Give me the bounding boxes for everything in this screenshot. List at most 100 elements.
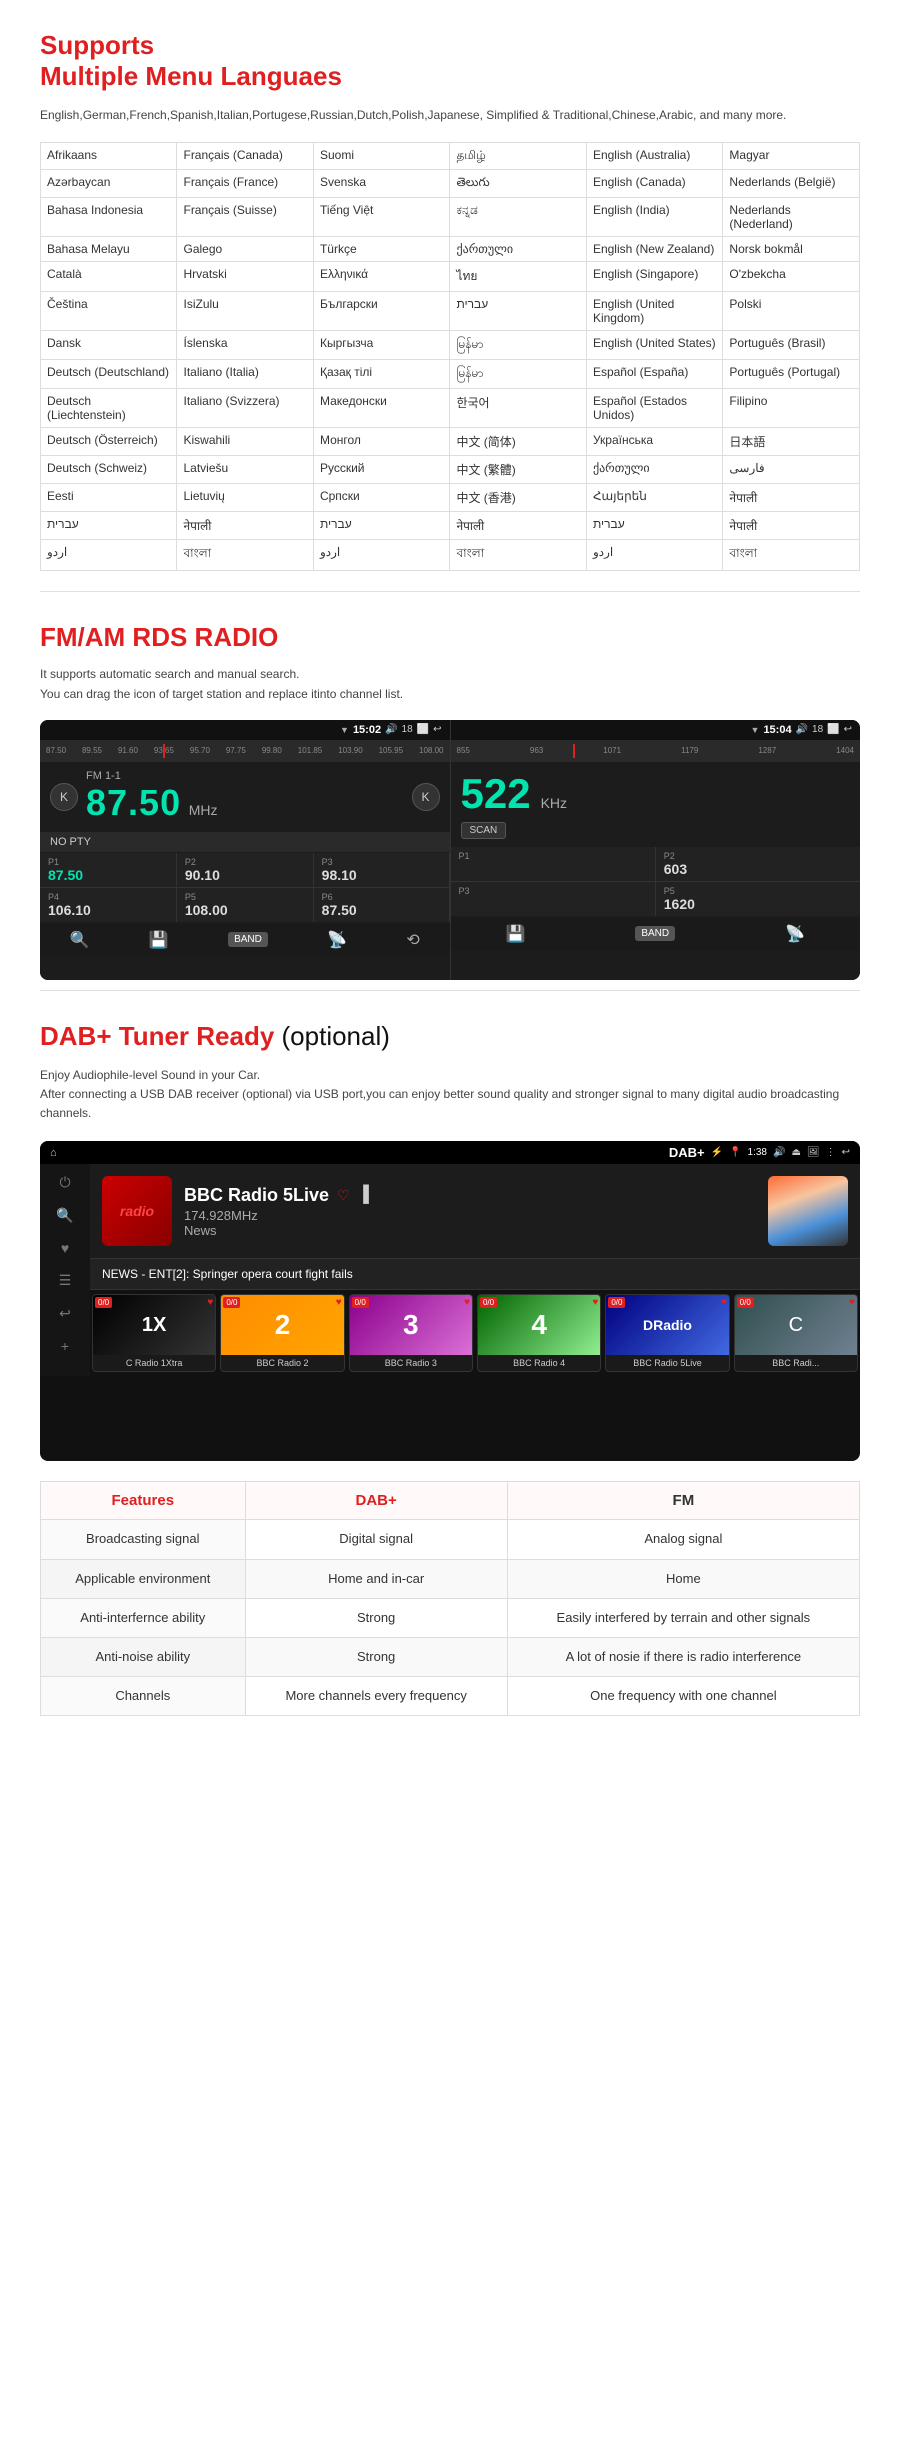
radio-screenshots: ▼ 15:02 🔊 18 ⬜ ↩ 87.50 89.55 91.60 93.65…	[40, 720, 860, 980]
lang-table-cell: বাংলা	[177, 540, 313, 571]
dab-station-card-1[interactable]: 0/0 ♥ 1X C Radio 1Xtra	[92, 1294, 216, 1372]
lang-table-cell: עברית	[41, 512, 177, 540]
dab-value-cell: Strong	[245, 1598, 507, 1637]
lang-table-cell: नेपाली	[450, 512, 586, 540]
fm-freq-numbers: 87.50 89.55 91.60 93.65 95.70 97.75 99.8…	[46, 746, 444, 755]
lang-table-cell: 中文 (香港)	[450, 484, 586, 512]
lang-table-row: اردوবাংলাاردوবাংলাاردوবাংলা	[41, 540, 860, 571]
fm-preset-p2[interactable]: P2 90.10	[177, 853, 313, 887]
dab-heart-icon[interactable]: ♥	[61, 1240, 69, 1256]
dab-status-bar: ⌂ DAB+ ⚡ 📍 1:38 🔊 ⏏ 🖼 ⋮ ↩	[40, 1141, 860, 1164]
lang-table-cell: Galego	[177, 237, 313, 262]
dab-station-card-5[interactable]: 0/0 ♥ DRadio BBC Radio 5Live	[605, 1294, 729, 1372]
am-band-icon[interactable]: BAND	[635, 926, 675, 941]
lang-table-row: DanskÍslenskaКыргызчаမြန်မာEnglish (Unit…	[41, 331, 860, 360]
dab-card-name-2: BBC Radio 2	[221, 1355, 343, 1371]
dab-news-ticker: NEWS - ENT[2]: Springer opera court figh…	[90, 1258, 860, 1290]
fm-prev-button[interactable]: K	[50, 783, 78, 811]
fm-loop-icon[interactable]: ⟲	[406, 930, 419, 950]
fm-search-icon[interactable]: 🔍	[70, 930, 90, 950]
dab-title: DAB+ Tuner Ready (optional)	[40, 1021, 860, 1052]
dab-station-card-4[interactable]: 0/0 ♥ 4 BBC Radio 4	[477, 1294, 601, 1372]
lang-table-cell: English (United Kingdom)	[586, 292, 722, 331]
dab-title-red: DAB+ Tuner Ready	[40, 1021, 274, 1051]
dab-value-cell: Digital signal	[245, 1520, 507, 1559]
lang-table-cell: Italiano (Svizzera)	[177, 389, 313, 428]
dab-list-icon[interactable]: ☰	[59, 1272, 72, 1289]
features-table: Features DAB+ FM Broadcasting signalDigi…	[40, 1481, 860, 1716]
dab-menu-icon[interactable]: ⋮	[826, 1147, 836, 1158]
fm-save-icon[interactable]: 💾	[149, 930, 169, 950]
dab-card-img-4: 0/0 ♥ 4	[478, 1295, 600, 1355]
fm-band-icon[interactable]: BAND	[228, 932, 268, 947]
lang-table-cell: नेपाली	[723, 512, 860, 540]
lang-table-cell: বাংলা	[450, 540, 586, 571]
am-freq-bar: 855 963 1071 1179 1287 1404	[451, 740, 861, 762]
lang-table-cell: Français (Canada)	[177, 143, 313, 170]
am-unit: KHz	[541, 795, 567, 811]
fm-preset-p1[interactable]: P1 87.50	[40, 853, 176, 887]
fm-preset-p5[interactable]: P5 108.00	[177, 888, 313, 922]
am-preset-p3[interactable]: P3	[451, 882, 655, 916]
lang-table-cell: Norsk bokmål	[723, 237, 860, 262]
lang-table-cell: தமிழ்	[450, 143, 586, 170]
fm-preset-p6[interactable]: P6 87.50	[314, 888, 450, 922]
lang-table-cell: Íslenska	[177, 331, 313, 360]
features-table-container: Features DAB+ FM Broadcasting signalDigi…	[40, 1461, 860, 1716]
lang-table-cell: Deutsch (Österreich)	[41, 428, 177, 456]
dab-station-card-2[interactable]: 0/0 ♥ 2 BBC Radio 2	[220, 1294, 344, 1372]
radio-title-red: FM/AM	[40, 622, 125, 652]
fm-next-button[interactable]: K	[412, 783, 440, 811]
dab-now-playing: radio BBC Radio 5Live ♡ ▐ 174.928MHz New…	[90, 1164, 860, 1258]
am-preset-p2[interactable]: P2 603	[656, 847, 860, 881]
fm-preset-p3[interactable]: P3 98.10	[314, 853, 450, 887]
am-wifi-icon[interactable]: 📡	[785, 924, 805, 944]
lang-table-cell: עברית	[586, 512, 722, 540]
lang-table-cell: Polski	[723, 292, 860, 331]
lang-table-cell: తెలుగు	[450, 170, 586, 198]
lang-table-cell: English (New Zealand)	[586, 237, 722, 262]
languages-title: Supports Multiple Menu Languaes	[40, 30, 860, 92]
am-scan-button[interactable]: SCAN	[461, 822, 507, 839]
dab-station-card-3[interactable]: 0/0 ♥ 3 BBC Radio 3	[349, 1294, 473, 1372]
dab-plus-icon[interactable]: +	[61, 1338, 69, 1354]
fm-unit: MHz	[189, 802, 218, 818]
dab-station-card-6[interactable]: 0/0 ♥ C BBC Radi...	[734, 1294, 858, 1372]
lang-table-cell: English (United States)	[586, 331, 722, 360]
fm-main: K FM 1-1 87.50 MHz K	[40, 762, 450, 832]
lang-table-cell: Português (Portugal)	[723, 360, 860, 389]
dab-back-nav-icon[interactable]: ↩	[59, 1305, 71, 1322]
dab-station-freq: 174.928MHz	[184, 1208, 756, 1223]
dab-location-icon: 📍	[729, 1147, 741, 1158]
dab-title-normal: (optional)	[274, 1021, 390, 1051]
fm-screen: ▼ 15:02 🔊 18 ⬜ ↩ 87.50 89.55 91.60 93.65…	[40, 720, 450, 980]
dab-search-icon[interactable]: 🔍	[56, 1207, 73, 1224]
fm-preset-p4[interactable]: P4 106.10	[40, 888, 176, 922]
am-preset-p1[interactable]: P1	[451, 847, 655, 881]
languages-section: Supports Multiple Menu Languaes English,…	[0, 0, 900, 591]
am-status-bar: ▼ 15:04 🔊 18 ⬜ ↩	[451, 720, 861, 740]
lang-table-row: Deutsch (Liechtenstein)Italiano (Svizzer…	[41, 389, 860, 428]
lang-table-cell: IsiZulu	[177, 292, 313, 331]
lang-table-cell: Deutsch (Deutschland)	[41, 360, 177, 389]
am-preset-p5[interactable]: P5 1620	[656, 882, 860, 916]
dab-card-name-5: BBC Radio 5Live	[606, 1355, 728, 1371]
dab-value-cell: More channels every frequency	[245, 1677, 507, 1716]
fm-pty: NO PTY	[40, 832, 450, 852]
dab-favorite-icon[interactable]: ♡	[337, 1187, 350, 1204]
dab-body: ⏻ 🔍 ♥ ☰ ↩ + radio BBC Radio 5Live	[40, 1164, 860, 1376]
dab-power-icon[interactable]: ⏻	[59, 1174, 70, 1191]
lang-table-cell: Català	[41, 262, 177, 292]
lang-table-cell: বাংলা	[723, 540, 860, 571]
dab-card-img-3: 0/0 ♥ 3	[350, 1295, 472, 1355]
fm-wifi-icon[interactable]: 📡	[327, 930, 347, 950]
lang-table-cell: Nederlands (Nederland)	[723, 198, 860, 237]
dab-image-icon: 🖼	[807, 1147, 820, 1158]
dab-card-name-1: C Radio 1Xtra	[93, 1355, 215, 1371]
lang-table-cell: اردو	[586, 540, 722, 571]
dab-card-img-1: 0/0 ♥ 1X	[93, 1295, 215, 1355]
lang-table-cell: Русский	[313, 456, 449, 484]
lang-table-cell: ქართული	[586, 456, 722, 484]
dab-back-icon[interactable]: ↩	[842, 1147, 850, 1158]
am-save-icon[interactable]: 💾	[505, 924, 525, 944]
